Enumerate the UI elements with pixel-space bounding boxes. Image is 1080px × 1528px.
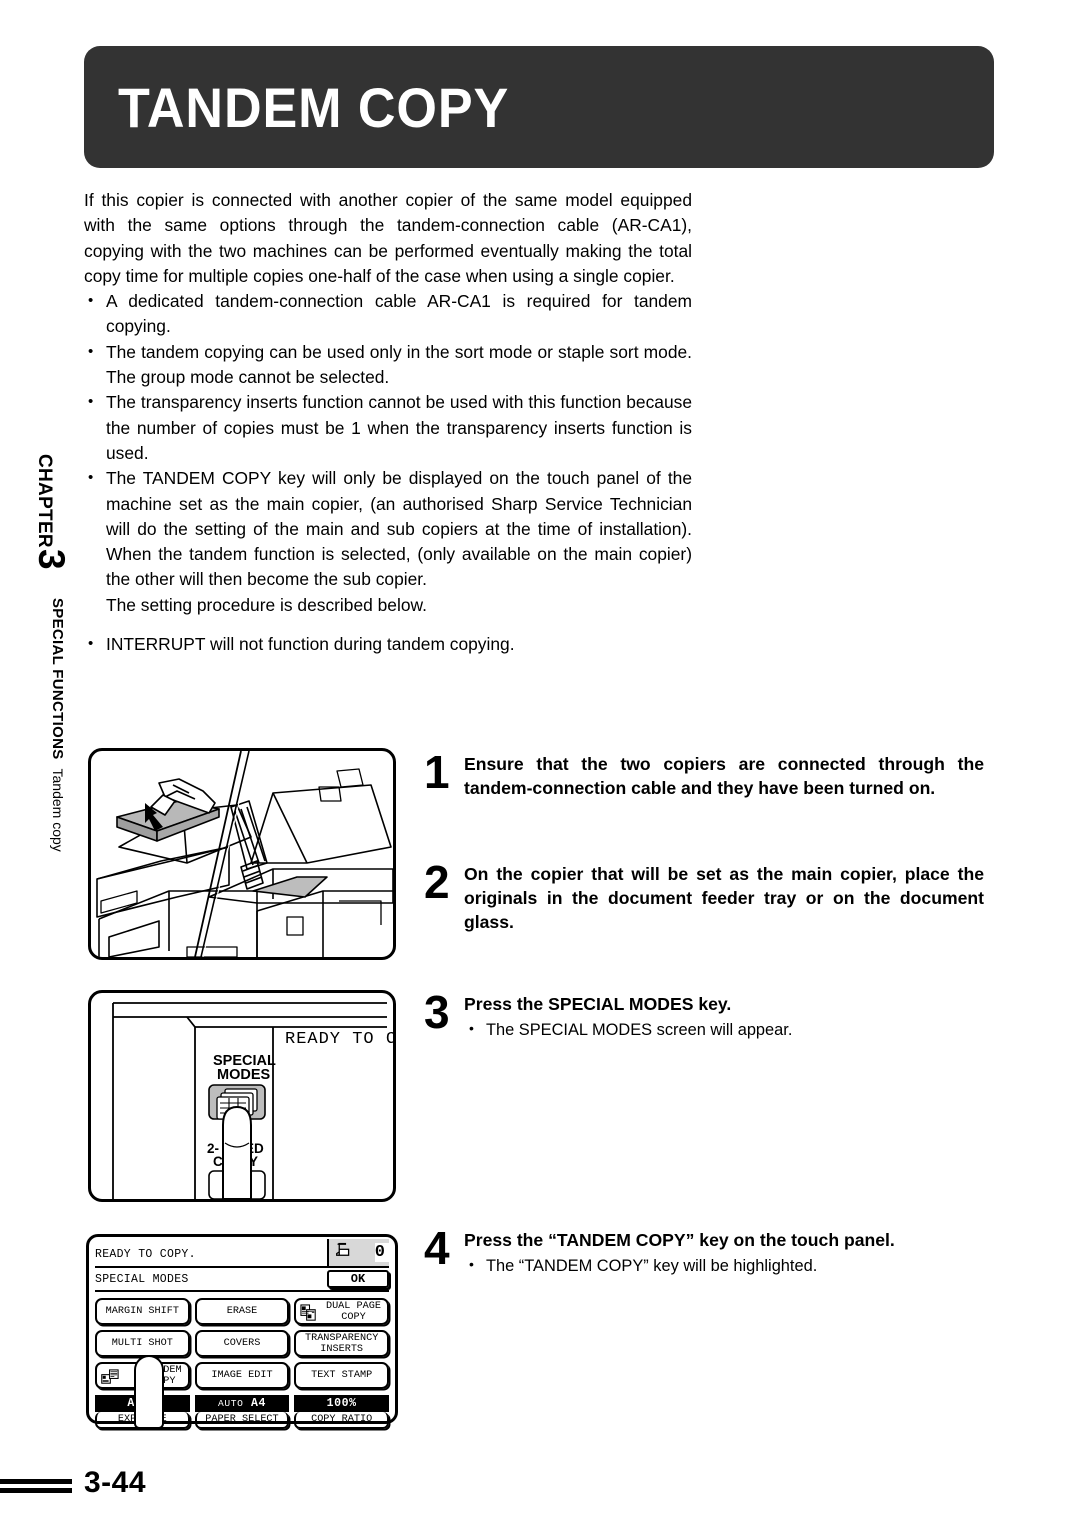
list-item: The transparency inserts function cannot… xyxy=(84,389,692,466)
pointing-finger-illustration xyxy=(134,1355,164,1429)
step-2-heading: On the copier that will be set as the ma… xyxy=(464,864,984,932)
copier-document-feeder-illustration xyxy=(88,748,396,960)
chapter-side-tab: CHAPTER 3 SPECIAL FUNCTIONS Tandem copy xyxy=(8,440,74,900)
chapter-marker: CHAPTER 3 xyxy=(31,454,72,570)
paper-select-cell[interactable]: AUTO A4 PAPER SELECT xyxy=(194,1395,290,1429)
printer-icon xyxy=(336,1242,350,1256)
step-4-number: 4 xyxy=(424,1222,450,1274)
copy-ratio-cell[interactable]: 100% COPY RATIO xyxy=(294,1395,389,1429)
ok-button-label: OK xyxy=(350,1272,366,1286)
list-item: The TANDEM COPY key will only be display… xyxy=(84,465,692,592)
covers-label: COVERS xyxy=(223,1338,261,1349)
panel-status-message: READY TO COPY. xyxy=(95,1247,196,1261)
step-3-number: 3 xyxy=(424,986,450,1038)
footer-bar-top xyxy=(0,1479,72,1484)
margin-shift-label: MARGIN SHIFT xyxy=(105,1306,180,1317)
step-3-body: Press the SPECIAL MODES key. The SPECIAL… xyxy=(464,992,984,1042)
multi-shot-button[interactable]: MULTI SHOT xyxy=(95,1330,190,1357)
step-1: 1 Ensure that the two copiers are connec… xyxy=(424,746,984,800)
copy-ratio-value: 100% xyxy=(294,1395,389,1412)
step-1-number: 1 xyxy=(424,746,450,798)
copy-ratio-caption: COPY RATIO xyxy=(294,1412,389,1429)
step-2-body: On the copier that will be set as the ma… xyxy=(464,862,984,934)
second-key-label-line2-left: C xyxy=(213,1154,223,1169)
step-2-number: 2 xyxy=(424,856,450,908)
copy-count-value: 0 xyxy=(374,1243,389,1262)
dual-page-icon xyxy=(300,1304,317,1321)
erase-button[interactable]: ERASE xyxy=(194,1298,290,1325)
chapter-label: CHAPTER xyxy=(34,454,55,548)
text-stamp-label: TEXT STAMP xyxy=(311,1370,373,1381)
paper-select-value: AUTO A4 xyxy=(194,1395,290,1412)
chapter-number: 3 xyxy=(31,548,72,570)
intro-paragraph: If this copier is connected with another… xyxy=(84,190,692,286)
panel-section-title: SPECIAL MODES xyxy=(95,1272,189,1286)
panel-status-bar: READY TO COPY. 0 xyxy=(95,1239,389,1268)
intro-bullet-list: A dedicated tandem-connection cable AR-C… xyxy=(84,288,692,657)
dual-page-copy-label: DUAL PAGE COPY xyxy=(325,1300,381,1323)
dual-page-copy-button[interactable]: DUAL PAGE COPY xyxy=(294,1298,389,1325)
copier-line-drawing xyxy=(96,751,393,957)
step-4-heading: Press the “TANDEM COPY” key on the touch… xyxy=(464,1230,895,1250)
erase-label: ERASE xyxy=(226,1306,258,1317)
intro-continuation: The setting procedure is described below… xyxy=(106,594,427,615)
step-1-body: Ensure that the two copiers are connecte… xyxy=(464,752,984,800)
multi-shot-label: MULTI SHOT xyxy=(111,1338,173,1349)
step-4-note: The “TANDEM COPY” key will be highlighte… xyxy=(464,1253,984,1278)
page-title: TANDEM COPY xyxy=(118,75,510,139)
touch-panel-screenshot: READY TO COPY. 0 SPECIAL MODES OK MARGIN… xyxy=(86,1234,398,1429)
section-subtitle: Tandem copy xyxy=(50,768,66,852)
page: TANDEM COPY CHAPTER 3 SPECIAL FUNCTIONS … xyxy=(0,0,1080,1528)
copy-count-box: 0 xyxy=(327,1239,389,1266)
footer-bar-bottom xyxy=(0,1488,72,1493)
operation-panel-line-drawing: SPECIAL MODES READY TO C 2- ED C Y xyxy=(112,1002,393,1199)
panel-display-text: READY TO C xyxy=(285,1030,393,1049)
special-modes-key-label-line2: MODES xyxy=(217,1067,271,1083)
list-item: The tandem copying can be used only in t… xyxy=(84,339,692,391)
step-1-heading: Ensure that the two copiers are connecte… xyxy=(464,754,984,798)
page-title-banner: TANDEM COPY xyxy=(84,46,994,168)
margin-shift-button[interactable]: MARGIN SHIFT xyxy=(95,1298,190,1325)
step-3-note: The SPECIAL MODES screen will appear. xyxy=(464,1017,984,1042)
panel-section-bar: SPECIAL MODES OK xyxy=(95,1268,389,1292)
intro-text-block: If this copier is connected with another… xyxy=(84,188,692,657)
ok-button[interactable]: OK xyxy=(327,1270,389,1288)
step-4-body: Press the “TANDEM COPY” key on the touch… xyxy=(464,1228,984,1278)
paper-select-caption: PAPER SELECT xyxy=(194,1412,290,1429)
transparency-inserts-button[interactable]: TRANSPARENCY INSERTS xyxy=(294,1330,389,1357)
section-marker: SPECIAL FUNCTIONS Tandem copy xyxy=(49,598,66,852)
footer-rule xyxy=(0,1479,72,1493)
special-modes-key-illustration: SPECIAL MODES READY TO C 2- ED C Y xyxy=(88,990,396,1202)
step-3-heading: Press the SPECIAL MODES key. xyxy=(464,994,732,1014)
step-4: 4 Press the “TANDEM COPY” key on the tou… xyxy=(424,1222,984,1278)
step-3: 3 Press the SPECIAL MODES key. The SPECI… xyxy=(424,986,984,1042)
covers-button[interactable]: COVERS xyxy=(194,1330,290,1357)
image-edit-label: IMAGE EDIT xyxy=(211,1370,273,1381)
tandem-copy-icon xyxy=(101,1369,119,1384)
page-number: 3-44 xyxy=(84,1466,147,1499)
text-stamp-button[interactable]: TEXT STAMP xyxy=(294,1362,389,1389)
step-2: 2 On the copier that will be set as the … xyxy=(424,856,984,934)
list-item: A dedicated tandem-connection cable AR-C… xyxy=(84,288,692,340)
section-label: SPECIAL FUNCTIONS xyxy=(49,598,66,760)
transparency-inserts-label: TRANSPARENCY INSERTS xyxy=(304,1332,379,1355)
image-edit-button[interactable]: IMAGE EDIT xyxy=(194,1362,290,1389)
list-item: INTERRUPT will not function during tande… xyxy=(84,631,692,657)
